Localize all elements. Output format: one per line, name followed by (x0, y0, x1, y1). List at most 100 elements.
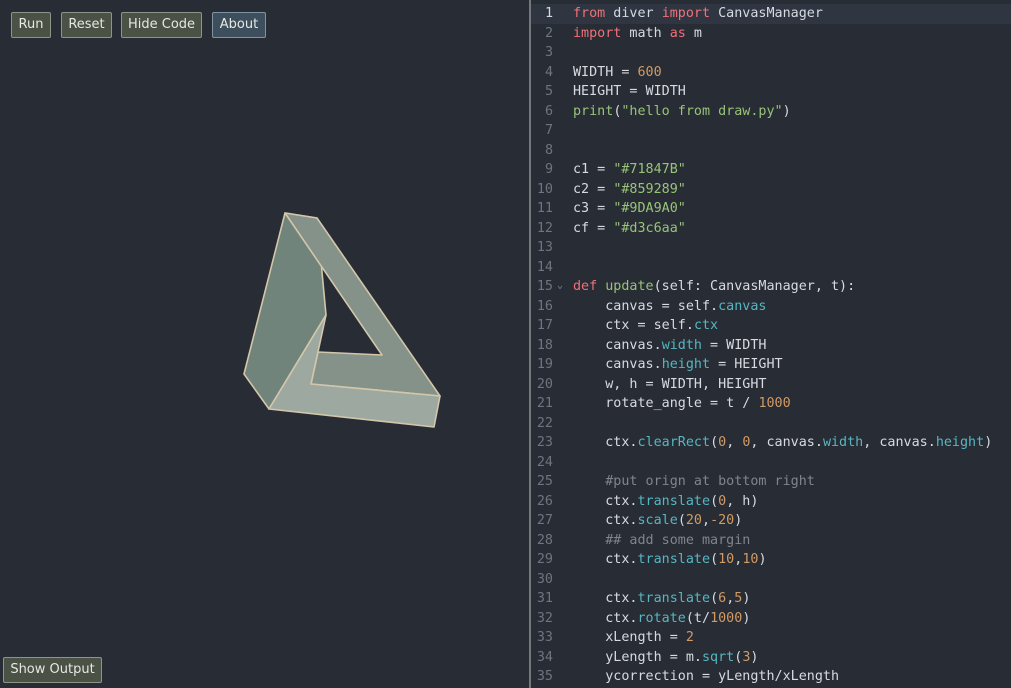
line-number: 9 (544, 162, 553, 177)
code-line[interactable]: 24 (531, 453, 1011, 473)
code-line[interactable]: 31 ctx.translate(6,5) (531, 589, 1011, 609)
impossible-triangle (243, 212, 441, 428)
code-text: ctx.translate(10,10) (573, 552, 767, 567)
line-number: 2 (544, 25, 553, 41)
line-number: 13 (536, 240, 553, 255)
code-line[interactable]: 17 ctx = self.ctx (531, 316, 1011, 336)
code-text: canvas.width = WIDTH (573, 337, 767, 353)
code-line[interactable]: 35 ycorrection = yLength/xLength (531, 667, 1011, 687)
line-number: 28 (536, 532, 553, 548)
code-line[interactable]: 33 xLength = 2 (531, 628, 1011, 648)
line-number: 17 (536, 318, 553, 333)
line-number: 27 (536, 513, 553, 528)
line-number: 24 (536, 454, 553, 470)
line-number: 14 (536, 259, 553, 275)
code-text: ctx = self.ctx (573, 318, 719, 333)
code-line[interactable]: 6 print("hello from draw.py") (531, 102, 1011, 122)
code-line[interactable]: 20 w, h = WIDTH, HEIGHT (531, 375, 1011, 395)
code-line[interactable]: 18 canvas.width = WIDTH (531, 336, 1011, 356)
line-number: 8 (544, 142, 553, 158)
code-text: rotate_angle = t / 1000 (573, 396, 791, 411)
line-number: 10 (536, 181, 553, 197)
code-text: ctx.translate(0, h) (573, 493, 759, 509)
code-text: cf = "#d3c6aa" (573, 220, 686, 236)
code-text: def update(self: CanvasManager, t): (573, 279, 856, 294)
fold-chevron-icon[interactable]: ⌄ (557, 276, 563, 296)
code-text: yLength = m.sqrt(3) (573, 649, 759, 665)
line-number: 30 (536, 571, 553, 587)
line-number: 6 (544, 103, 553, 119)
code-line[interactable]: 19 canvas.height = HEIGHT (531, 355, 1011, 375)
line-number: 34 (536, 649, 553, 665)
code-text: canvas = self.canvas (573, 298, 767, 314)
line-number: 12 (536, 220, 553, 236)
code-line[interactable]: 27 ctx.scale(20,-20) (531, 511, 1011, 531)
code-line[interactable]: 10 c2 = "#859289" (531, 180, 1011, 200)
code-line[interactable]: 13 (531, 238, 1011, 258)
line-number: 11 (536, 201, 553, 216)
code-text: print("hello from draw.py") (573, 103, 791, 119)
code-line[interactable]: 9 c1 = "#71847B" (531, 160, 1011, 180)
line-number: 26 (536, 493, 553, 509)
line-number: 19 (536, 357, 553, 372)
code-line[interactable]: 29 ctx.translate(10,10) (531, 550, 1011, 570)
code-text: from diver import CanvasManager (573, 6, 823, 21)
line-number: 3 (544, 45, 553, 60)
code-line[interactable]: 2 import math as m (531, 24, 1011, 44)
line-number: 35 (536, 669, 553, 684)
code-line[interactable]: 22 (531, 414, 1011, 434)
line-number: 4 (544, 64, 553, 80)
code-text: HEIGHT = WIDTH (573, 84, 686, 99)
code-line[interactable]: 26 ctx.translate(0, h) (531, 492, 1011, 512)
code-text: xLength = 2 (573, 630, 694, 645)
code-editor[interactable]: 1 from diver import CanvasManager 2 import … (531, 0, 1011, 688)
code-text: WIDTH = 600 (573, 64, 662, 80)
output-canvas (243, 212, 441, 428)
line-number: 32 (536, 610, 553, 626)
code-line[interactable]: 4 WIDTH = 600 (531, 63, 1011, 83)
code-text: ctx.translate(6,5) (573, 591, 751, 606)
code-text: w, h = WIDTH, HEIGHT (573, 376, 767, 392)
line-number: 22 (536, 415, 553, 431)
line-number: 18 (536, 337, 553, 353)
code-line[interactable]: 32 ctx.rotate(t/1000) (531, 609, 1011, 629)
output-pane: Run Reset Hide Code About Show Output (0, 0, 529, 688)
show-output-button[interactable]: Show Output (3, 657, 102, 683)
code-text: #put orign at bottom right (573, 474, 815, 489)
code-line[interactable]: 25 #put orign at bottom right (531, 472, 1011, 492)
code-text: ycorrection = yLength/xLength (573, 669, 840, 684)
code-text: canvas.height = HEIGHT (573, 357, 783, 372)
code-line[interactable]: 30 (531, 570, 1011, 590)
code-line[interactable]: 12 cf = "#d3c6aa" (531, 219, 1011, 239)
line-number: 16 (536, 298, 553, 314)
code-text: c2 = "#859289" (573, 181, 686, 197)
code-line[interactable]: 23 ctx.clearRect(0, 0, canvas.width, can… (531, 433, 1011, 453)
line-number: 5 (544, 84, 553, 99)
code-text: import math as m (573, 25, 702, 41)
line-number: 33 (536, 630, 553, 645)
line-number: 20 (536, 376, 553, 392)
code-text: c3 = "#9DA9A0" (573, 201, 686, 216)
code-text: ctx.scale(20,-20) (573, 513, 743, 528)
line-number: 23 (536, 435, 553, 450)
code-text: c1 = "#71847B" (573, 162, 686, 177)
code-line[interactable]: 5 HEIGHT = WIDTH (531, 82, 1011, 102)
code-line[interactable]: 28 ## add some margin (531, 531, 1011, 551)
line-number: 21 (536, 396, 553, 411)
code-line[interactable]: 14 (531, 258, 1011, 278)
line-number: 7 (544, 123, 553, 138)
code-line[interactable]: 3 (531, 43, 1011, 63)
line-number: 31 (536, 591, 553, 606)
code-line[interactable]: 34 yLength = m.sqrt(3) (531, 648, 1011, 668)
code-line[interactable]: 15 ⌄ def update(self: CanvasManager, t): (531, 277, 1011, 297)
code-text: ctx.rotate(t/1000) (573, 610, 751, 626)
code-line[interactable]: 11 c3 = "#9DA9A0" (531, 199, 1011, 219)
code-line[interactable]: 21 rotate_angle = t / 1000 (531, 394, 1011, 414)
code-line[interactable]: 1 from diver import CanvasManager (531, 4, 1011, 24)
code-line[interactable]: 16 canvas = self.canvas (531, 297, 1011, 317)
app-window: Run Reset Hide Code About Show Output 1 f… (0, 0, 1011, 688)
code-text: ctx.clearRect(0, 0, canvas.width, canvas… (573, 435, 993, 450)
code-line[interactable]: 8 (531, 141, 1011, 161)
line-number: 25 (536, 474, 553, 489)
code-line[interactable]: 7 (531, 121, 1011, 141)
